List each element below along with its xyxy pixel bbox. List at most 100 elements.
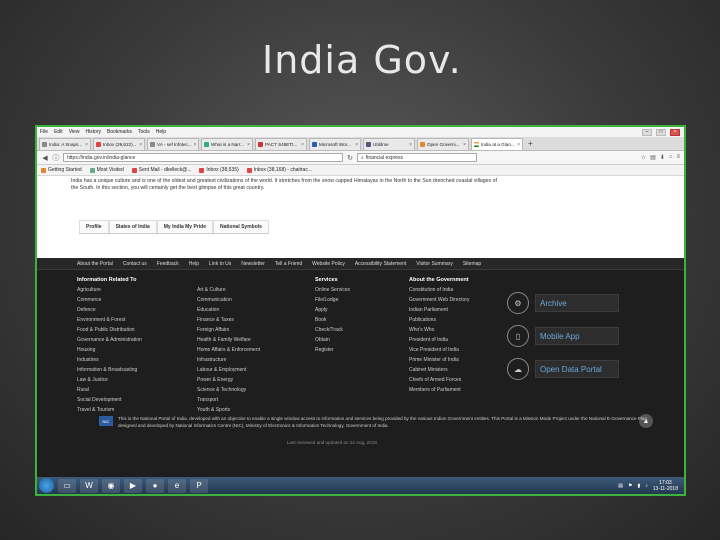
footer-link[interactable]: Youth & Sports — [197, 405, 260, 415]
footer-link[interactable]: Cabinet Ministers — [409, 365, 469, 375]
browser-tab[interactable]: Utildme × — [363, 138, 415, 150]
network-icon[interactable]: ▤ — [618, 483, 623, 489]
browser-tab[interactable]: Inbox (39,622)... × — [93, 138, 145, 150]
footer-link[interactable]: Rural — [77, 385, 142, 395]
footer-link[interactable]: Foreign Affairs — [197, 325, 260, 335]
browser-tab[interactable]: VA - sef Infotec... × — [147, 138, 199, 150]
browser-tab[interactable]: India: A Snaps... × — [39, 138, 91, 150]
internet-explorer-icon[interactable]: e — [168, 478, 186, 493]
footer-link[interactable]: Health & Family Welfare — [197, 335, 260, 345]
close-tab-icon[interactable]: × — [85, 142, 88, 148]
menu-tools[interactable]: Tools — [138, 129, 150, 135]
chrome-icon[interactable]: ◉ — [102, 478, 120, 493]
volume-icon[interactable]: ♪ — [645, 483, 648, 489]
tab-my-india-my-pride[interactable]: My India My Pride — [156, 220, 213, 233]
footer-link[interactable]: Visitor Summary — [416, 261, 453, 267]
word-icon[interactable]: W — [80, 478, 98, 493]
footer-link[interactable]: Sitemap — [463, 261, 481, 267]
footer-link[interactable]: Accessibility Statement — [355, 261, 406, 267]
browser-tab[interactable]: Open Governi... × — [417, 138, 469, 150]
mobile-app-promo[interactable]: ▯ Mobile App — [507, 325, 619, 347]
footer-link[interactable]: Prime Minister of India — [409, 355, 469, 365]
tab-national-symbols[interactable]: National Symbols — [212, 220, 269, 233]
clock[interactable]: 17:03 13-11-2018 — [653, 480, 678, 492]
close-tab-icon[interactable]: × — [355, 142, 358, 148]
close-tab-icon[interactable]: × — [463, 142, 466, 148]
open-data-promo[interactable]: ☁ Open Data Portal — [507, 358, 619, 380]
menu-history[interactable]: History — [85, 129, 101, 135]
bookmarks-icon[interactable]: ▤ — [650, 154, 656, 161]
footer-link[interactable]: Obtain — [315, 335, 350, 345]
footer-link[interactable]: Science & Technology — [197, 385, 260, 395]
footer-link[interactable]: Publications — [409, 315, 469, 325]
close-icon[interactable]: × — [670, 128, 680, 136]
footer-link[interactable]: Contact us — [123, 261, 147, 267]
menu-bookmarks[interactable]: Bookmarks — [107, 129, 132, 135]
footer-link[interactable]: Industries — [77, 355, 142, 365]
start-button-icon[interactable] — [39, 478, 54, 493]
footer-link[interactable]: Social Development — [77, 395, 142, 405]
close-tab-icon[interactable]: × — [194, 142, 197, 148]
footer-link[interactable]: Environment & Forest — [77, 315, 142, 325]
footer-link[interactable]: Register — [315, 345, 350, 355]
footer-link[interactable]: About the Portal — [77, 261, 113, 267]
file-explorer-icon[interactable]: ▭ — [58, 478, 76, 493]
bookmark-item[interactable]: Most Visited — [89, 167, 124, 173]
menu-view[interactable]: View — [69, 129, 80, 135]
footer-link[interactable]: Transport — [197, 395, 260, 405]
footer-link[interactable]: Agriculture — [77, 285, 142, 295]
footer-link[interactable]: Feedback — [157, 261, 179, 267]
archive-promo[interactable]: ⚙ Archive — [507, 292, 619, 314]
menu-edit[interactable]: Edit — [54, 129, 63, 135]
tab-profile[interactable]: Profile — [79, 220, 109, 233]
footer-link[interactable]: Check/Track — [315, 325, 350, 335]
browser-tab[interactable]: PACT S48ETt... × — [255, 138, 307, 150]
footer-link[interactable]: Finance & Taxes — [197, 315, 260, 325]
bookmark-item[interactable]: Getting Started — [41, 167, 82, 173]
media-player-icon[interactable]: ▶ — [124, 478, 142, 493]
footer-link[interactable]: Vice President of India — [409, 345, 469, 355]
close-tab-icon[interactable]: × — [247, 142, 250, 148]
footer-link[interactable]: Communication — [197, 295, 260, 305]
bookmark-item[interactable]: Sent Mail - dkelleck@... — [131, 167, 191, 173]
bookmark-item[interactable]: Inbox (38,535) — [199, 167, 239, 173]
reload-icon[interactable]: ↻ — [346, 154, 354, 162]
back-icon[interactable]: ◀ — [41, 154, 49, 162]
footer-link[interactable]: Power & Energy — [197, 375, 260, 385]
footer-link[interactable]: Help — [189, 261, 199, 267]
menu-icon[interactable]: ≡ — [676, 154, 680, 161]
bookmark-item[interactable]: Inbox (38,168) - chaitrac... — [246, 167, 312, 173]
info-icon[interactable]: ⓘ — [52, 153, 60, 163]
download-icon[interactable]: ⬇ — [660, 154, 665, 161]
url-bar[interactable]: https://india.gov.in/india-glance — [63, 153, 343, 162]
footer-link[interactable]: Labour & Employment — [197, 365, 260, 375]
home-icon[interactable]: ⌂ — [669, 154, 673, 161]
search-input[interactable]: ⌕ financial express — [357, 153, 477, 162]
close-tab-icon[interactable]: × — [517, 142, 520, 148]
new-tab-icon[interactable]: + — [525, 139, 536, 148]
browser-tab[interactable]: What is a Narr... × — [201, 138, 253, 150]
close-tab-icon[interactable]: × — [409, 142, 412, 148]
footer-link[interactable]: Link to Us — [209, 261, 231, 267]
footer-link[interactable]: Constitution of India — [409, 285, 469, 295]
firefox-icon[interactable]: ● — [146, 478, 164, 493]
footer-link[interactable]: Book — [315, 315, 350, 325]
browser-tab[interactable]: Microsoft Wor... × — [309, 138, 361, 150]
footer-link[interactable]: Travel & Tourism — [77, 405, 142, 415]
footer-link[interactable]: Newsletter — [241, 261, 265, 267]
maximize-icon[interactable]: □ — [656, 128, 666, 136]
footer-link[interactable]: Law & Justice — [77, 375, 142, 385]
footer-link[interactable]: Apply — [315, 305, 350, 315]
footer-link[interactable]: Tell a Friend — [275, 261, 302, 267]
footer-link[interactable]: Art & Culture — [197, 285, 260, 295]
tab-states-of-india[interactable]: States of India — [108, 220, 157, 233]
footer-link[interactable]: Who's Who — [409, 325, 469, 335]
footer-link[interactable]: Chiefs of Armed Forces — [409, 375, 469, 385]
footer-link[interactable]: Education — [197, 305, 260, 315]
footer-link[interactable]: Members of Parliament — [409, 385, 469, 395]
footer-link[interactable]: Infrastructure — [197, 355, 260, 365]
footer-link[interactable]: President of India — [409, 335, 469, 345]
menu-help[interactable]: Help — [156, 129, 166, 135]
browser-tab-active[interactable]: India at a Glan... × — [471, 138, 523, 150]
footer-link[interactable]: Indian Parliament — [409, 305, 469, 315]
